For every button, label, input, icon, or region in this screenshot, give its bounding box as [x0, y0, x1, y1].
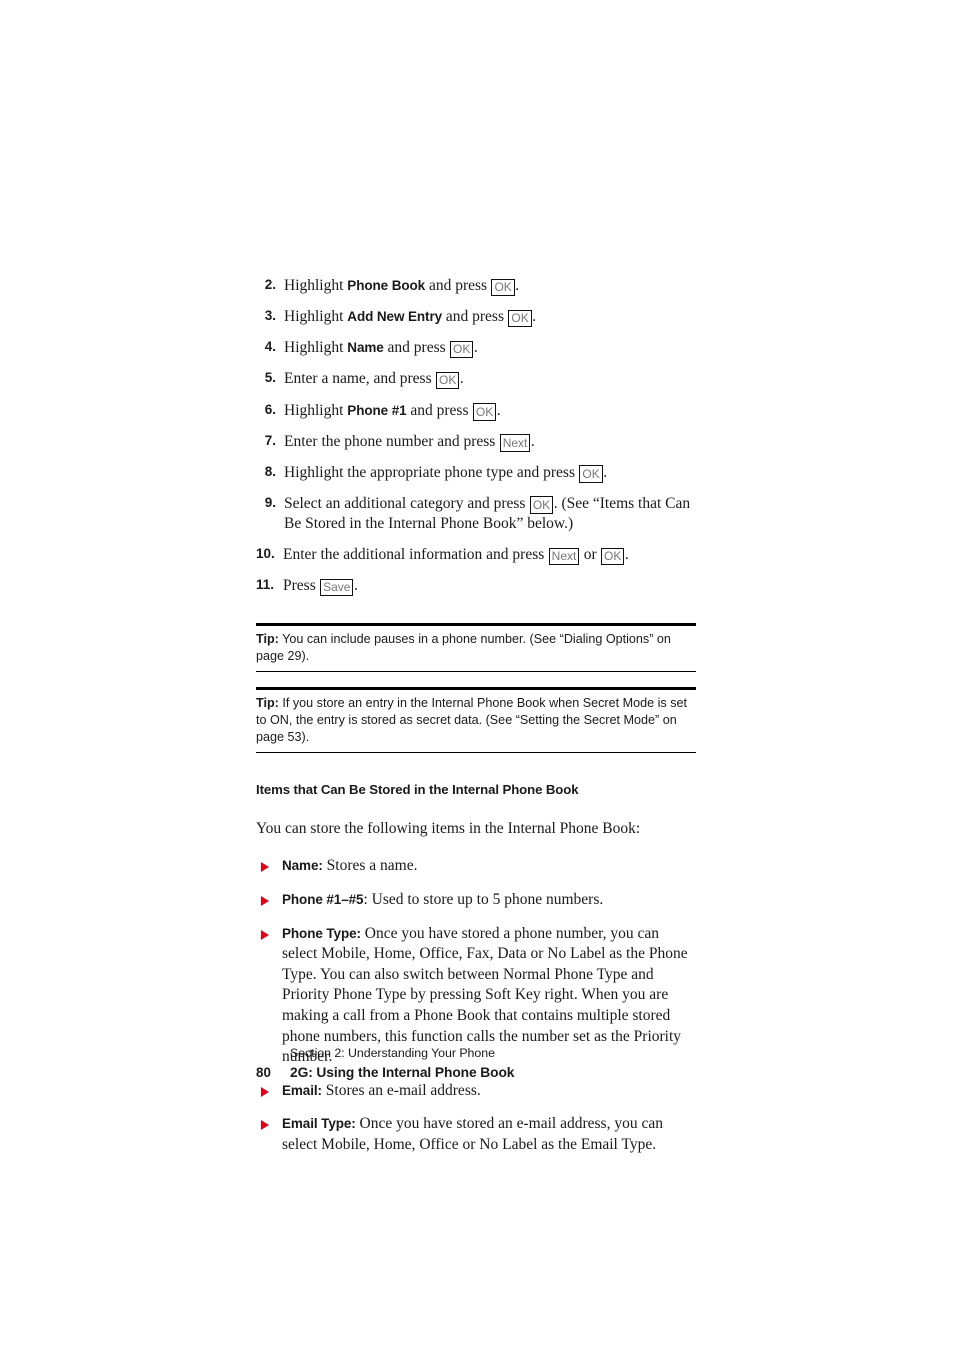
procedure-step: 10. Enter the additional information and …	[256, 545, 696, 566]
step-number: 10.	[256, 546, 275, 562]
step-number: 9.	[264, 494, 276, 510]
step-number: 8.	[264, 463, 276, 479]
procedure-step: 5. Enter a name, and press OK.	[256, 369, 696, 390]
tip-text: If you store an entry in the Internal Ph…	[256, 695, 687, 745]
stored-item: Phone #1–#5: Used to store up to 5 phone…	[256, 890, 696, 911]
softkey-next-label: Next	[548, 547, 580, 566]
stored-item-label: Name:	[282, 858, 323, 874]
softkey-ok-label: OK	[472, 403, 497, 421]
step-number: 6.	[264, 401, 276, 417]
stored-item-label: Phone #1–#5	[282, 891, 364, 907]
stored-item-description: Stores a name.	[322, 857, 418, 875]
stored-item-label: Email Type:	[282, 1116, 356, 1132]
step-text: Highlight Name and press OK.	[284, 339, 478, 359]
page-footer: Section 2: Understanding Your Phone 80 2…	[256, 1046, 736, 1080]
softkey-ok-label: OK	[491, 278, 515, 296]
softkey-ok-label: OK	[508, 309, 532, 328]
softkey-next-label: Next	[499, 434, 531, 452]
tip-callout-2: Tip: If you store an entry in the Intern…	[256, 686, 696, 754]
softkey-ok-label: OK	[579, 465, 603, 483]
step-number: 7.	[264, 432, 276, 448]
step-number: 3.	[264, 308, 276, 324]
procedure-step: 4. Highlight Name and press OK.	[256, 338, 696, 359]
step-number: 2.	[264, 277, 276, 292]
chapter-title: 2G: Using the Internal Phone Book	[290, 1065, 515, 1080]
triangle-bullet-icon	[261, 862, 269, 873]
menu-item-name: Phone Book	[347, 278, 426, 293]
triangle-bullet-icon	[261, 929, 269, 940]
tip-label: Tip:	[256, 631, 279, 646]
step-text: Enter a name, and press OK.	[284, 370, 464, 390]
procedure-step: 3. Highlight Add New Entry and press OK.	[256, 307, 696, 328]
stored-item-label: Phone Type:	[282, 925, 361, 941]
procedure-step-list: 2. Highlight Phone Book and press OK. 3. Hi…	[256, 276, 696, 597]
softkey-save-label: Save	[320, 578, 354, 597]
procedure-step: 11. Press Save.	[256, 576, 696, 597]
stored-item: Email: Stores an e-mail address.	[256, 1081, 696, 1102]
tip-text: You can include pauses in a phone number…	[256, 631, 671, 663]
stored-item-label: Email:	[282, 1082, 322, 1098]
menu-item-name: Name	[347, 340, 384, 356]
menu-item-name: Phone #1	[347, 402, 407, 418]
triangle-bullet-icon	[261, 1120, 269, 1131]
procedure-step: 9. Select an additional category and pres…	[256, 494, 696, 534]
step-number: 5.	[264, 370, 276, 386]
stored-item-description: Once you have stored a phone number, you…	[282, 924, 688, 1066]
softkey-ok-label: OK	[450, 340, 474, 359]
tip-callout-1: Tip: You can include pauses in a phone n…	[256, 622, 696, 672]
softkey-ok-label: OK	[436, 371, 460, 390]
step-text: Highlight Phone #1 and press OK.	[284, 401, 501, 421]
stored-item: Email Type: Once you have stored an e-ma…	[256, 1114, 696, 1155]
softkey-ok-label: OK	[601, 547, 625, 566]
stored-item: Name: Stores a name.	[256, 856, 696, 877]
stored-items-list: Name: Stores a name. Phone #1–#5: Used to…	[256, 856, 696, 1155]
footer-section-label: Section 2: Understanding Your Phone	[290, 1046, 495, 1060]
stored-item-description: Stores an e-mail address.	[321, 1081, 481, 1099]
manual-page: 2. Highlight Phone Book and press OK. 3. Hi…	[0, 0, 954, 1351]
procedure-step: 8. Highlight the appropriate phone type a…	[256, 463, 696, 483]
footer-title-row: 80 2G: Using the Internal Phone Book	[256, 1065, 736, 1080]
page-number: 80	[256, 1065, 271, 1080]
step-text: Enter the additional information and pre…	[283, 546, 629, 566]
procedure-step: 6. Highlight Phone #1 and press OK.	[256, 401, 696, 421]
subsection-heading: Items that Can Be Stored in the Internal…	[256, 782, 579, 798]
triangle-bullet-icon	[261, 1086, 269, 1097]
stored-item-description: : Used to store up to 5 phone numbers.	[363, 890, 604, 908]
triangle-bullet-icon	[261, 895, 269, 906]
procedure-step: 2. Highlight Phone Book and press OK.	[256, 276, 696, 296]
step-text: Highlight the appropriate phone type and…	[284, 463, 608, 483]
step-text: Enter the phone number and press Next.	[284, 432, 535, 452]
procedure-step: 7. Enter the phone number and press Next.	[256, 432, 696, 452]
step-number: 4.	[264, 339, 276, 355]
softkey-ok-label: OK	[529, 496, 554, 514]
step-number: 11.	[256, 577, 275, 593]
menu-item-name: Add New Entry	[347, 309, 443, 325]
step-text: Highlight Add New Entry and press OK.	[284, 308, 537, 328]
step-text: Select an additional category and press …	[284, 494, 691, 533]
subsection-intro: You can store the following items in the…	[256, 820, 641, 838]
step-text: Highlight Phone Book and press OK.	[284, 277, 520, 296]
page-content: 2. Highlight Phone Book and press OK. 3. Hi…	[256, 276, 696, 1156]
tip-label: Tip:	[256, 695, 279, 710]
step-text: Press Save.	[283, 577, 358, 597]
